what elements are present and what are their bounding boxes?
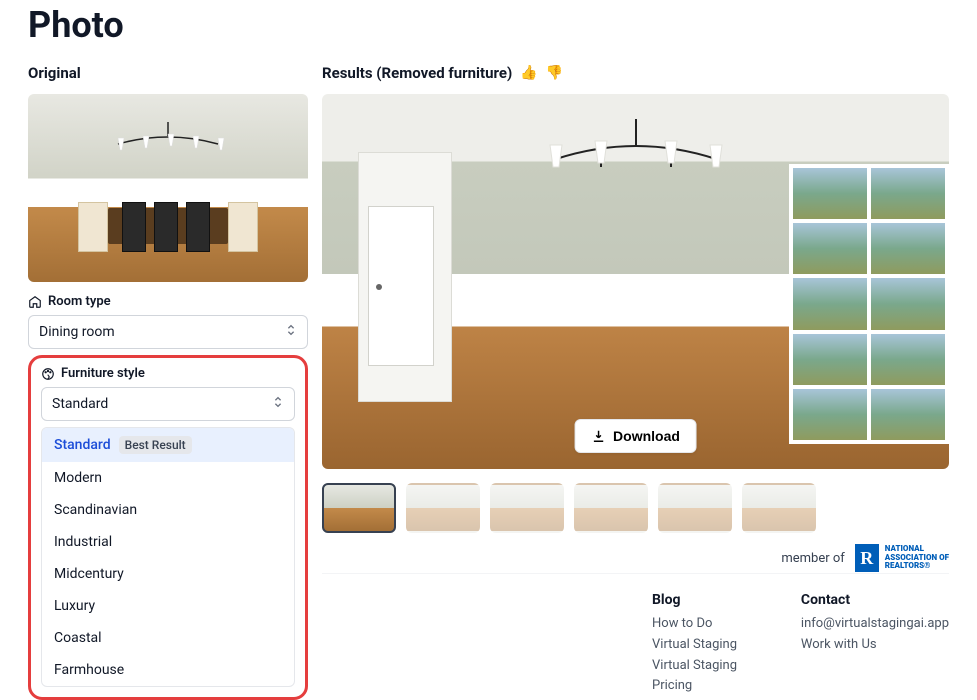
footer-blog-col: Blog How to Do Virtual Staging Virtual S…	[652, 592, 741, 697]
furniture-style-option-scandinavian[interactable]: Scandinavian	[42, 494, 294, 526]
realtor-r-icon: R	[855, 544, 879, 572]
result-thumbnails	[322, 483, 949, 533]
footer-link-email[interactable]: info@virtualstagingai.app	[801, 614, 949, 635]
chandelier-icon	[108, 122, 228, 162]
furniture-style-dropdown: Standard Best Result Modern Scandinavian…	[41, 427, 295, 687]
room-type-value: Dining room	[39, 324, 115, 340]
thumbnail-4[interactable]	[574, 483, 648, 533]
thumbnail-1[interactable]	[322, 483, 396, 533]
realtor-logo: R NATIONAL ASSOCIATION OF REALTORS®	[855, 544, 949, 572]
furniture-style-option-industrial[interactable]: Industrial	[42, 526, 294, 558]
result-image: Download	[322, 94, 949, 469]
chevron-up-down-icon	[272, 395, 284, 413]
page-title: Photo	[28, 4, 949, 46]
thumbs-down-icon[interactable]: 👎	[546, 65, 563, 81]
furniture-style-value: Standard	[52, 396, 108, 412]
dining-table-illustration	[78, 182, 258, 252]
member-of-text: member of	[781, 551, 844, 566]
footer-contact-title: Contact	[801, 592, 949, 608]
room-type-select[interactable]: Dining room	[28, 315, 308, 349]
download-icon	[591, 429, 605, 443]
thumbnail-6[interactable]	[742, 483, 816, 533]
thumbnail-5[interactable]	[658, 483, 732, 533]
furniture-style-label-text: Furniture style	[61, 366, 145, 381]
footer: member of R NATIONAL ASSOCIATION OF REAL…	[322, 573, 949, 697]
footer-contact-col: Contact info@virtualstagingai.app Work w…	[801, 592, 949, 697]
furniture-style-option-farmhouse[interactable]: Farmhouse	[42, 654, 294, 686]
furniture-style-option-luxury[interactable]: Luxury	[42, 590, 294, 622]
room-type-label-text: Room type	[48, 294, 111, 309]
room-type-label: Room type	[28, 294, 308, 309]
furniture-style-option-coastal[interactable]: Coastal	[42, 622, 294, 654]
furniture-style-label: Furniture style	[41, 366, 295, 381]
thumbnail-2[interactable]	[406, 483, 480, 533]
option-label: Standard	[54, 437, 111, 453]
furniture-style-highlighted-section: Furniture style Standard Standard Best R…	[28, 355, 308, 700]
chevron-up-down-icon	[285, 323, 297, 341]
furniture-style-option-standard[interactable]: Standard Best Result	[42, 428, 294, 462]
furniture-style-option-midcentury[interactable]: Midcentury	[42, 558, 294, 590]
french-doors-illustration	[789, 164, 949, 444]
footer-blog-title: Blog	[652, 592, 741, 608]
results-label: Results (Removed furniture)	[322, 64, 512, 82]
furniture-style-select[interactable]: Standard	[41, 387, 295, 421]
home-icon	[28, 295, 42, 309]
original-label: Original	[28, 64, 308, 82]
download-label: Download	[613, 428, 680, 444]
footer-link-pricing[interactable]: Virtual Staging Pricing	[652, 656, 741, 698]
footer-link-staging[interactable]: How to Do Virtual Staging	[652, 614, 741, 656]
chandelier-icon	[536, 119, 736, 193]
best-result-badge: Best Result	[119, 436, 192, 454]
thumbnail-3[interactable]	[490, 483, 564, 533]
original-image	[28, 94, 308, 282]
door-handle-illustration	[376, 284, 382, 290]
download-button[interactable]: Download	[574, 419, 697, 453]
footer-link-work[interactable]: Work with Us	[801, 635, 949, 656]
realtor-line3: REALTORS®	[885, 562, 949, 571]
thumbs-up-icon[interactable]: 👍	[520, 65, 537, 81]
member-of-section: member of R NATIONAL ASSOCIATION OF REAL…	[781, 544, 949, 572]
palette-icon	[41, 367, 55, 381]
furniture-style-option-modern[interactable]: Modern	[42, 462, 294, 494]
